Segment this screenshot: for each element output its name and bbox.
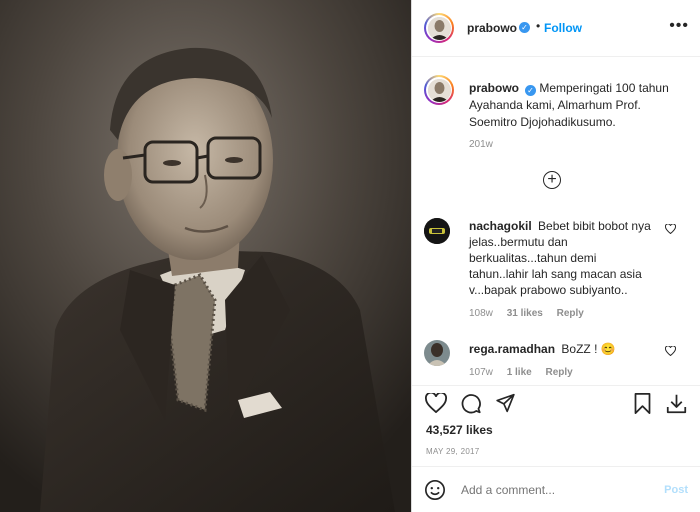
- author-username[interactable]: prabowo: [467, 21, 517, 35]
- more-options-icon[interactable]: •••: [669, 17, 689, 35]
- add-comment-input[interactable]: [461, 483, 641, 497]
- add-comment-bar: Post: [412, 466, 700, 512]
- comment-icon[interactable]: [460, 393, 482, 417]
- comment-reply-button[interactable]: Reply: [546, 367, 573, 378]
- follow-button[interactable]: Follow: [544, 21, 582, 35]
- commenter-avatar[interactable]: [424, 218, 450, 244]
- post-sidebar: prabowo ✓ • Follow ••• prabowo ✓ Memperin…: [411, 0, 700, 512]
- post-date: MAY 29, 2017: [426, 447, 480, 456]
- comment-like-heart-icon[interactable]: [664, 345, 677, 359]
- comment-meta: 107w 1 like Reply: [469, 367, 584, 378]
- separator-dot: •: [536, 19, 541, 33]
- instagram-post-modal: prabowo ✓ • Follow ••• prabowo ✓ Memperin…: [0, 0, 700, 512]
- commenter-username[interactable]: nachagokil: [469, 219, 532, 233]
- comment-likes-count[interactable]: 31 likes: [507, 308, 543, 319]
- post-comment-button[interactable]: Post: [664, 484, 688, 496]
- smiley-emoji-icon: 😊: [600, 342, 616, 356]
- comment-text-block: rega.ramadhan BoZZ ! 😊: [469, 341, 657, 357]
- comment-age[interactable]: 108w: [469, 308, 493, 319]
- comment-age[interactable]: 107w: [469, 367, 493, 378]
- comment-like-heart-icon[interactable]: [664, 223, 677, 237]
- caption-username[interactable]: prabowo: [469, 81, 519, 95]
- post-photo: [0, 0, 411, 512]
- post-header: prabowo ✓ • Follow •••: [412, 0, 700, 57]
- caption-avatar[interactable]: [424, 75, 454, 105]
- verified-badge-icon: ✓: [519, 22, 530, 33]
- bookmark-icon[interactable]: [633, 393, 652, 417]
- emoji-picker-icon[interactable]: [424, 479, 446, 504]
- likes-count[interactable]: 43,527 likes: [426, 423, 493, 437]
- caption-age[interactable]: 201w: [469, 139, 493, 150]
- commenter-username[interactable]: rega.ramadhan: [469, 342, 555, 356]
- caption-text-block: prabowo ✓ Memperingati 100 tahun Ayahanda…: [469, 80, 691, 131]
- load-more-comments-icon[interactable]: +: [543, 171, 561, 189]
- heart-icon[interactable]: [425, 391, 447, 416]
- commenter-avatar[interactable]: [424, 340, 450, 366]
- comment-meta: 108w 31 likes Reply: [469, 308, 595, 319]
- comment-text-block: nachagokil Bebet bibit bobot nya jelas..…: [469, 218, 657, 298]
- comment-likes-count[interactable]: 1 like: [507, 367, 532, 378]
- comment-reply-button[interactable]: Reply: [557, 308, 584, 319]
- download-icon[interactable]: [666, 393, 687, 417]
- caption-verified-badge-icon: ✓: [525, 85, 536, 96]
- comment-text: BoZZ !: [561, 342, 601, 356]
- author-avatar[interactable]: [424, 13, 454, 43]
- share-icon[interactable]: [495, 393, 516, 416]
